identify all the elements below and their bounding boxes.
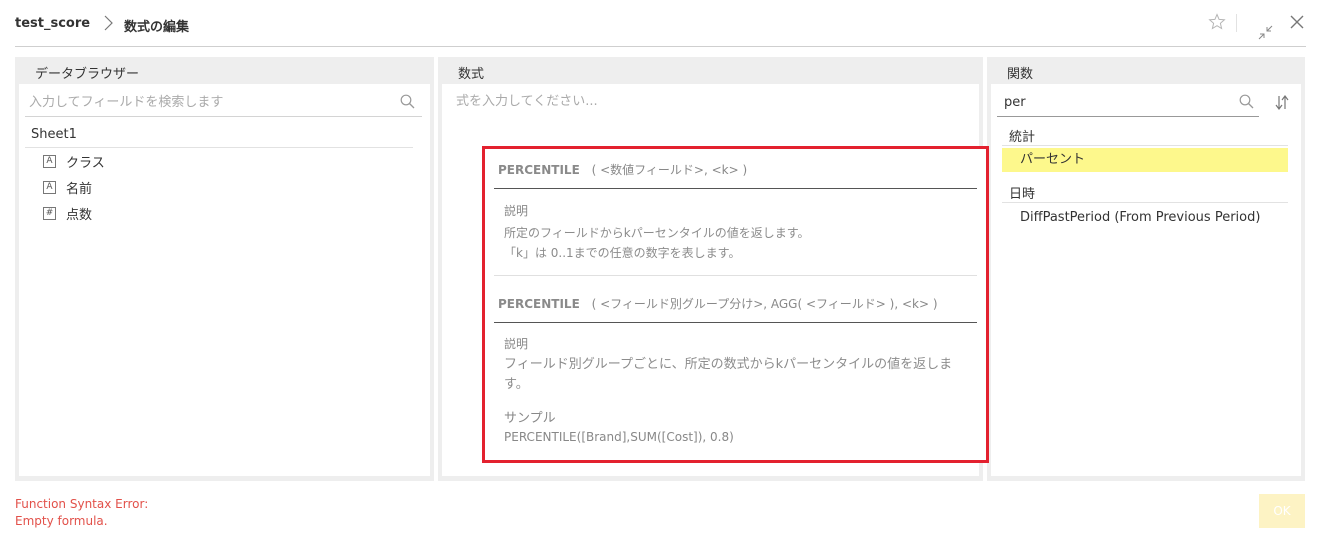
tooltip-signature: PERCENTILE ( <フィールド別グループ分け>, AGG( <フィールド… — [498, 295, 938, 312]
error-line: Empty formula. — [15, 514, 108, 528]
function-args: ( <フィールド別グループ分け>, AGG( <フィールド> ), <k> ) — [591, 297, 938, 311]
data-browser-panel: データブラウザー Sheet1 A クラス A 名前 # 点数 — [15, 57, 434, 481]
ok-button[interactable]: OK — [1259, 494, 1305, 528]
field-item[interactable]: # 点数 — [43, 204, 93, 223]
error-line: Function Syntax Error: — [15, 497, 149, 511]
page-title: 数式の編集 — [124, 20, 190, 35]
formula-editor[interactable] — [456, 90, 956, 108]
breadcrumb-dataset[interactable]: test_score — [15, 16, 90, 31]
close-icon[interactable] — [1290, 15, 1304, 29]
signature-rule — [494, 188, 977, 189]
function-tooltip: PERCENTILE ( <数値フィールド>, <k> ) 説明 所定のフィール… — [482, 146, 989, 463]
function-category[interactable]: 日時 — [1009, 183, 1035, 202]
sample-title: サンプル — [504, 411, 556, 426]
description-title: 説明 — [504, 204, 529, 218]
search-underline — [25, 116, 422, 117]
entry-separator — [494, 275, 977, 276]
chevron-right-icon — [104, 15, 113, 31]
dialog-header: test_score 数式の編集 — [0, 0, 1328, 48]
description-text: フィールド別グループごとに、所定の数式からkパーセンタイルの値を返しま す。 — [504, 355, 964, 395]
functions-panel: 関数 統計 パーセント 日時 DiffPastPeriod (From Prev… — [987, 57, 1305, 481]
function-search-input[interactable] — [1004, 92, 1234, 112]
star-icon[interactable] — [1208, 13, 1226, 31]
sample-code: PERCENTILE([Brand],SUM([Cost]), 0.8) — [504, 430, 734, 444]
function-args: ( <数値フィールド>, <k> ) — [591, 163, 748, 177]
field-item[interactable]: A 名前 — [43, 178, 93, 197]
field-search-input[interactable] — [29, 92, 389, 112]
text-type-icon: A — [43, 180, 56, 194]
category-divider — [1002, 202, 1288, 203]
header-divider — [1236, 14, 1237, 32]
tooltip-signature: PERCENTILE ( <数値フィールド>, <k> ) — [498, 161, 747, 178]
function-category[interactable]: 統計 — [1009, 126, 1035, 145]
panel-title: 関数 — [1007, 67, 1034, 82]
header-rule — [15, 46, 1306, 47]
search-icon[interactable] — [400, 94, 415, 109]
category-divider — [1002, 145, 1288, 146]
field-label: 名前 — [66, 181, 93, 197]
function-item[interactable]: パーセント — [1002, 148, 1288, 172]
description-line: 「k」は 0..1までの任意の数字を表します。 — [504, 246, 741, 260]
number-type-icon: # — [43, 206, 56, 220]
field-label: クラス — [66, 155, 105, 171]
description-line: す。 — [504, 377, 529, 392]
sort-icon[interactable] — [1274, 94, 1290, 112]
description-line: 所定のフィールドからkパーセンタイルの値を返します。 — [504, 226, 810, 240]
function-item[interactable]: DiffPastPeriod (From Previous Period) — [1002, 206, 1288, 230]
field-item[interactable]: A クラス — [43, 152, 105, 171]
function-name: PERCENTILE — [498, 163, 580, 177]
signature-rule — [494, 322, 977, 323]
sheet-divider — [25, 147, 413, 148]
data-browser-body: Sheet1 A クラス A 名前 # 点数 — [19, 84, 430, 476]
text-type-icon: A — [43, 154, 56, 168]
field-label: 点数 — [66, 207, 93, 223]
syntax-error-message: Function Syntax Error: Empty formula. — [15, 496, 148, 530]
search-underline — [997, 116, 1259, 117]
description-title: 説明 — [504, 337, 529, 351]
search-icon[interactable] — [1239, 94, 1254, 109]
description-text: 所定のフィールドからkパーセンタイルの値を返します。 「k」は 0..1までの任… — [504, 223, 964, 263]
collapse-icon[interactable] — [1257, 24, 1274, 41]
panel-title: データブラウザー — [35, 67, 140, 82]
description-line: フィールド別グループごとに、所定の数式からkパーセンタイルの値を返しま — [504, 357, 953, 372]
sheet-node[interactable]: Sheet1 — [31, 127, 77, 142]
functions-body: 統計 パーセント 日時 DiffPastPeriod (From Previou… — [991, 84, 1301, 476]
function-name: PERCENTILE — [498, 297, 580, 311]
panel-title: 数式 — [458, 67, 485, 82]
